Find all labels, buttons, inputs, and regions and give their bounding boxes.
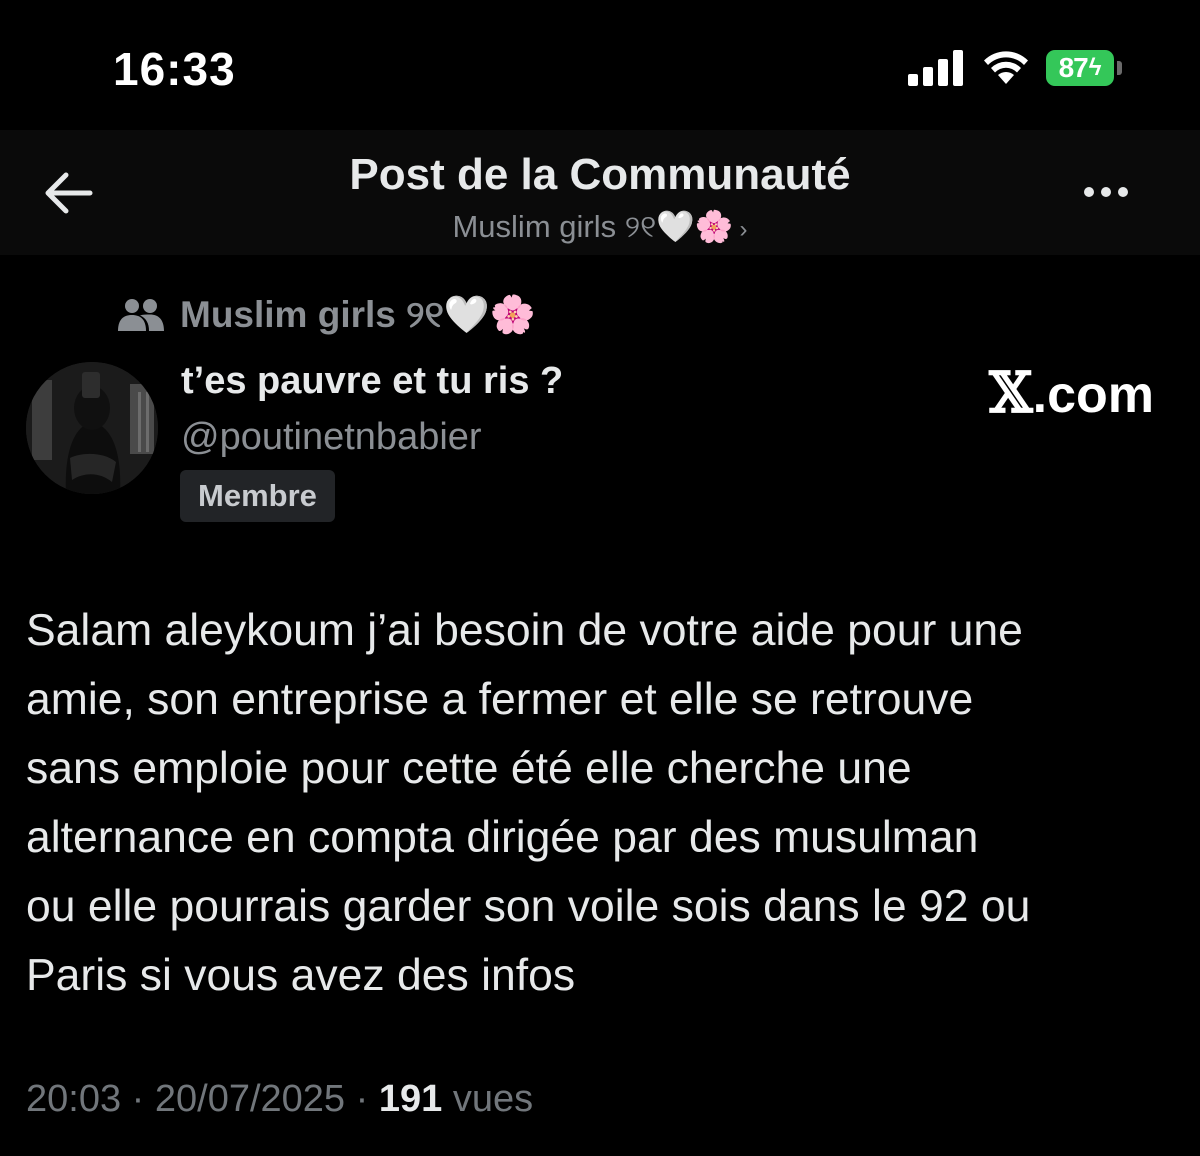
post-time: 20:03 [26,1078,122,1120]
meta-separator: · [121,1078,155,1120]
post-text-line: amie, son entreprise a fermer et elle se… [26,675,974,724]
community-link[interactable]: Muslim girls ୨୧🤍🌸 › [0,208,1200,246]
battery-level: 87 [1058,52,1089,83]
x-com-watermark: 𝕏.com [989,360,1154,426]
community-link-label: Muslim girls ୨୧🤍🌸 [452,209,734,244]
avatar[interactable] [26,362,158,494]
author-display-name[interactable]: t’es pauvre et tu ris ? [181,360,563,403]
post-text-line: alternance en compta dirigée par des mus… [26,813,979,862]
status-time: 16:33 [113,43,236,95]
people-icon [118,299,164,331]
x-logo-icon: 𝕏 [989,360,1033,426]
meta-separator: · [345,1078,379,1120]
charging-bolt-icon: ϟ [1088,54,1102,81]
status-bar: 16:33 87 ϟ [0,0,1200,130]
page-title: Post de la Communauté [349,150,851,199]
views-label: vues [452,1078,534,1120]
more-options-icon[interactable] [1084,184,1140,206]
author-handle[interactable]: @poutinetnbabier [181,416,482,459]
member-badge: Membre [180,470,335,522]
post-date: 20/07/2025 [154,1078,346,1120]
cellular-signal-icon [908,50,963,86]
post-text-line: sans emploie pour cette été elle cherche… [26,744,912,793]
views-count[interactable]: 191 [379,1078,442,1120]
chevron-right-icon: › [739,216,748,243]
post-text-line: ou elle pourrais garder son voile sois d… [26,882,1031,931]
wifi-icon [984,51,1028,84]
post-text-line: Paris si vous avez des infos [26,951,576,1000]
community-name: Muslim girls ୨୧🤍🌸 [180,293,536,335]
post-text: Salam aleykoum j’ai besoin de votre aide… [26,596,1176,1010]
avatar-image [26,362,158,494]
post-text-line: Salam aleykoum j’ai besoin de votre aide… [26,606,1023,655]
top-header: Post de la Communauté Muslim girls ୨୧🤍🌸 › [0,130,1200,255]
community-context[interactable]: Muslim girls ୨୧🤍🌸 [118,290,536,340]
post-meta: 20:03 · 20/07/2025 · 191 vues [26,1078,533,1121]
watermark-domain: .com [1032,366,1154,424]
battery-indicator: 87 ϟ [1046,50,1114,86]
battery-cap [1117,61,1122,75]
